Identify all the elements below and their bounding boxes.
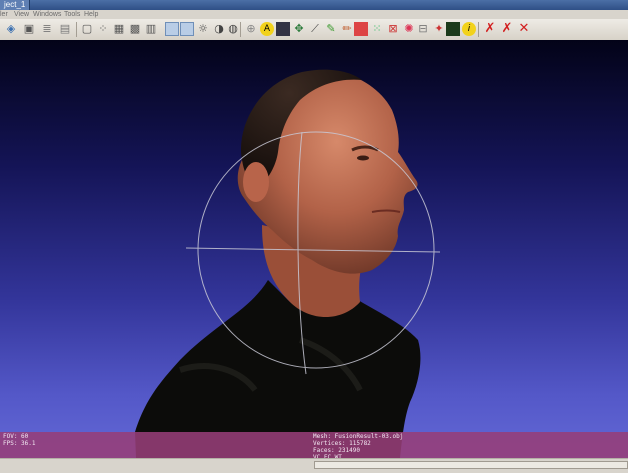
paint-icon[interactable]: ✎ [324,22,338,36]
import-mesh-icon[interactable]: ◈ [4,22,18,36]
delete-icon[interactable]: ✗ [483,22,497,36]
project-tab[interactable]: ject_1 [0,0,31,10]
pick-icon[interactable]: ✥ [292,22,306,36]
smooth-shading-icon[interactable] [165,22,179,36]
close-icon[interactable]: ✕ [517,22,531,36]
menu-help[interactable]: Help [84,10,98,19]
trackball-icon[interactable]: ◍ [226,22,240,36]
delete-faces-icon[interactable]: ✗ [500,22,514,36]
background-color-icon[interactable] [276,22,290,36]
info-overlay: FOV: 60 FPS: 36.1 Mesh: FusionResult-03.… [0,432,628,458]
points-icon[interactable]: ⁘ [96,22,110,36]
color-icon[interactable]: ▤ [58,22,72,36]
hidden-lines-icon[interactable]: ▩ [128,22,142,36]
light-icon[interactable]: ☼ [196,22,210,36]
wireframe-icon[interactable]: ▦ [112,22,126,36]
info-mode-icon[interactable]: ⊕ [244,22,258,36]
mesh-render [135,69,441,458]
ear-mesh [243,162,269,202]
raster-icon[interactable]: ✦ [432,22,446,36]
menu-view[interactable]: View [14,10,29,19]
mesh-name-label: Mesh: FusionResult-03.obj [313,433,404,440]
flat-shading-icon[interactable]: ▥ [144,22,158,36]
z-paint-icon[interactable]: ⊠ [386,22,400,36]
toolbar: ◈ ▣ ≣ ▤ ▢ ⁘ ▦ ▩ ▥ ☼ ◑ ◍ ⊕ A ✥ ⟋ ✎ ✏ ⁙ ⊠ … [0,19,628,41]
texture-icon[interactable] [180,22,194,36]
faces-label: Faces: 231490 [313,447,360,454]
measure-icon[interactable]: A [260,22,274,36]
snapshot-icon[interactable]: ▣ [22,22,36,36]
quality-map-icon[interactable] [446,22,460,36]
align-icon[interactable]: ⟋ [308,22,322,36]
3d-viewport[interactable] [0,40,628,458]
menu-bar: ler View Windows Tools Help [0,10,628,19]
progress-bar [314,461,628,469]
edit-mesh-icon[interactable]: ✺ [402,22,416,36]
fps-label: FPS: 36.1 [3,440,36,447]
layers-icon[interactable]: ≣ [40,22,54,36]
colorize-icon[interactable]: ◑ [212,22,226,36]
bbox-icon[interactable]: ▢ [80,22,94,36]
select-vertices-icon[interactable]: ⁙ [370,22,384,36]
texture-param-icon[interactable]: ✏ [340,22,354,36]
vertices-label: Vertices: 115782 [313,440,371,447]
menu-tools[interactable]: Tools [64,10,80,19]
select-faces-icon[interactable] [354,22,368,36]
menu-filter[interactable]: ler [0,10,8,19]
title-bar: ject_1 [0,0,628,10]
info-icon[interactable]: i [462,22,476,36]
quality-icon[interactable]: ⊟ [416,22,430,36]
menu-windows[interactable]: Windows [33,10,61,19]
fov-label: FOV: 60 [3,433,29,440]
